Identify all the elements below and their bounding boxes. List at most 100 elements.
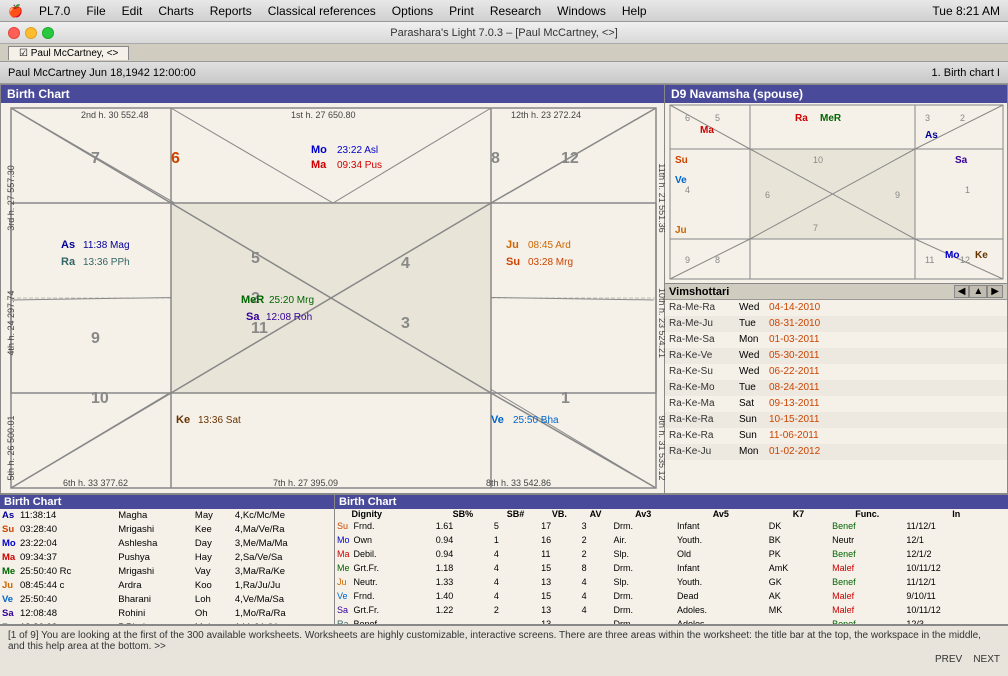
table-row: Me 25:50:40 Rc Mrigashi Vay 3,Ma/Ra/Ke <box>0 565 334 579</box>
menubar: 🍎 PL7.0 File Edit Charts Reports Classic… <box>0 0 1008 22</box>
dignity-cell: Frnd. <box>352 519 434 533</box>
apple-menu[interactable]: 🍎 <box>8 4 23 18</box>
in-cell: 12/3 <box>904 617 1008 624</box>
bottom-panel: Birth Chart As 11:38:14 Magha May 4,Kc/M… <box>0 494 1008 624</box>
svg-text:As: As <box>61 239 75 251</box>
vim-date-3: 01-03-2011 <box>769 332 819 348</box>
nakshatra-cell: P.Phalg. <box>116 621 193 624</box>
av5-cell: Youth. <box>675 575 767 589</box>
table-row: Ma Debil. 0.94 4 11 2 Slp. Old PK Benef … <box>335 547 1008 561</box>
av5-cell: Old <box>675 547 767 561</box>
svg-text:2: 2 <box>960 113 965 123</box>
menu-windows[interactable]: Windows <box>557 4 606 18</box>
birth-table-right-data: Dignity SB% SB# VB. AV Av3 Av5 K7 Func. … <box>335 509 1008 624</box>
time-cell: 25:50:40 Rc <box>18 565 116 579</box>
vim-row-10: Ra-Ke-Ju Mon 01-02-2012 <box>665 444 1007 460</box>
close-button[interactable] <box>8 27 20 39</box>
menu-print[interactable]: Print <box>449 4 474 18</box>
sb-num-cell: 1 <box>492 533 539 547</box>
planet-cell: Sa <box>335 603 352 617</box>
vim-row-1: Ra-Me-Ra Wed 04-14-2010 <box>665 300 1007 316</box>
dignity-cell: Frnd. <box>352 589 434 603</box>
d9-navamsha-panel: D9 Navamsha (spouse) <box>665 84 1008 284</box>
vim-date-8: 10-15-2011 <box>769 412 819 428</box>
svg-text:Ma: Ma <box>700 125 714 136</box>
planet-cell: Ra <box>335 617 352 624</box>
menu-options[interactable]: Options <box>392 4 433 18</box>
av3-cell: Air. <box>612 533 675 547</box>
svg-text:Sa: Sa <box>246 311 260 323</box>
svg-text:25:50 Bha: 25:50 Bha <box>513 415 559 426</box>
help-text: [1 of 9] You are looking at the first of… <box>8 630 1000 652</box>
in-cell: 10/11/12 <box>904 603 1008 617</box>
svg-text:Ju: Ju <box>506 239 519 251</box>
vim-day-10: Mon <box>739 444 769 460</box>
svg-text:4: 4 <box>685 185 690 195</box>
vim-row-8: Ra-Ke-Ra Sun 10-15-2011 <box>665 412 1007 428</box>
right-panel: D9 Navamsha (spouse) <box>665 84 1008 494</box>
menu-research[interactable]: Research <box>490 4 541 18</box>
menu-reports[interactable]: Reports <box>210 4 252 18</box>
menu-classical-references[interactable]: Classical references <box>268 4 376 18</box>
dignity-cell: Benef <box>352 617 434 624</box>
menu-edit[interactable]: Edit <box>122 4 143 18</box>
vim-label-1: Ra-Me-Ra <box>669 300 739 316</box>
svg-text:Ke: Ke <box>176 414 190 426</box>
vim-day-9: Sun <box>739 428 769 444</box>
menu-charts[interactable]: Charts <box>158 4 193 18</box>
table-row: Su 03:28:40 Mrigashi Kee 4,Ma/Ve/Ra <box>0 523 334 537</box>
vb-cell: 11 <box>539 547 580 561</box>
dignity-cell: Grt.Fr. <box>352 603 434 617</box>
svg-text:Ve: Ve <box>675 175 687 186</box>
av-cell <box>580 617 612 624</box>
av-cell: 2 <box>580 533 612 547</box>
time-cell: 09:34:37 <box>18 551 116 565</box>
vim-day-6: Tue <box>739 380 769 396</box>
dignity-cell: Grt.Fr. <box>352 561 434 575</box>
vim-date-4: 05-30-2011 <box>769 348 819 364</box>
func-cell: Neutr <box>830 533 904 547</box>
svg-text:9: 9 <box>685 255 690 265</box>
prev-button[interactable]: PREV <box>935 654 962 665</box>
vim-label-9: Ra-Ke-Ra <box>669 428 739 444</box>
menu-help[interactable]: Help <box>622 4 647 18</box>
minimize-button[interactable] <box>25 27 37 39</box>
sb-pct-cell: 0.94 <box>434 533 492 547</box>
vim-right-button[interactable]: ▶ <box>987 285 1003 298</box>
func-cell: Benef <box>830 547 904 561</box>
vim-left-button[interactable]: ◀ <box>954 285 970 298</box>
menu-pl70[interactable]: PL7.0 <box>39 4 70 18</box>
vim-day-3: Mon <box>739 332 769 348</box>
doc-tab[interactable]: ☑ Paul McCartney, <> <box>8 46 129 60</box>
k7-cell <box>767 617 830 624</box>
menu-file[interactable]: File <box>86 4 105 18</box>
next-button[interactable]: NEXT <box>973 654 1000 665</box>
planet-cell: Sa <box>0 607 18 621</box>
planet-cell: Ve <box>0 593 18 607</box>
func-cell: Benef <box>830 519 904 533</box>
vim-day-7: Sat <box>739 396 769 412</box>
svg-text:Su: Su <box>506 256 520 268</box>
svg-text:13:36 Sat: 13:36 Sat <box>198 415 241 426</box>
svg-text:08:45 Ard: 08:45 Ard <box>528 240 571 251</box>
func-cell: Benef <box>830 575 904 589</box>
vim-up-button[interactable]: ▲ <box>969 285 987 298</box>
svg-text:1: 1 <box>965 185 970 195</box>
svg-text:1st h. 27 650.80: 1st h. 27 650.80 <box>291 110 356 120</box>
maximize-button[interactable] <box>42 27 54 39</box>
col-sb-pct: SB% <box>434 509 492 519</box>
lord-cell: Koo <box>193 579 233 593</box>
svg-text:Ra: Ra <box>795 113 808 124</box>
d9-chart-svg: 3 2 11 12 6 5 9 8 1 4 10 7 6 9 Ra MeR Ma… <box>665 103 1008 281</box>
num-cell: 1,Ra/Ju/Ju <box>233 579 334 593</box>
svg-text:11:38 Mag: 11:38 Mag <box>83 240 130 251</box>
svg-text:3: 3 <box>401 315 410 332</box>
menubar-right: Tue 8:21 AM <box>932 4 1000 18</box>
num-cell: 2,Sa/Ve/Sa <box>233 551 334 565</box>
k7-cell: MK <box>767 603 830 617</box>
vim-day-8: Sun <box>739 412 769 428</box>
planet-cell: Ve <box>335 589 352 603</box>
birth-chart-container: 2nd h. 30 552.48 1st h. 27 650.80 12th h… <box>1 103 666 493</box>
av3-cell: Slp. <box>612 575 675 589</box>
av3-cell: Drm. <box>612 561 675 575</box>
